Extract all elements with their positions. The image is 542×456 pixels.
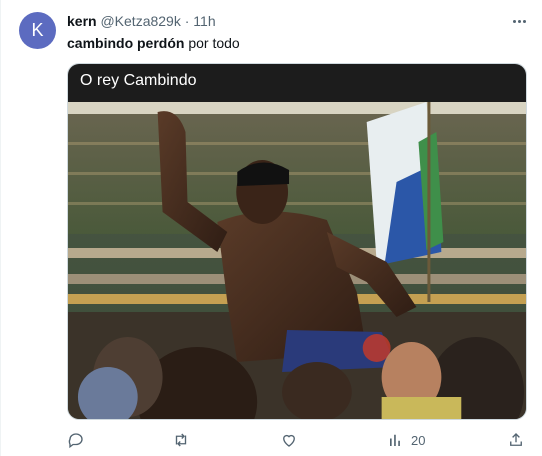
reply-button[interactable] xyxy=(67,428,85,452)
repost-button[interactable] xyxy=(172,428,190,452)
post-text-bold: cambindo perdón xyxy=(67,35,185,51)
share-button[interactable] xyxy=(507,428,525,452)
like-icon xyxy=(283,434,295,447)
post-text: cambindo perdón por todo xyxy=(67,35,240,51)
action-bar: 20 xyxy=(1,428,542,452)
author-name[interactable]: kern xyxy=(67,13,97,29)
share-icon xyxy=(510,433,522,446)
like-button[interactable] xyxy=(280,428,298,452)
views-icon xyxy=(390,434,400,446)
separator-dot: · xyxy=(184,13,190,29)
repost-icon xyxy=(175,433,187,447)
more-icon[interactable] xyxy=(509,13,529,29)
reply-icon xyxy=(68,433,83,449)
post-text-rest: por todo xyxy=(184,35,240,51)
views-button[interactable]: 20 xyxy=(387,428,425,452)
avatar-letter: K xyxy=(31,20,44,40)
media-caption: O rey Cambindo xyxy=(68,64,526,102)
author-handle[interactable]: @Ketza829k xyxy=(100,13,180,29)
post-header: kern @Ketza829k · 11h xyxy=(67,13,216,29)
avatar[interactable]: K xyxy=(19,12,56,49)
stadium-photo[interactable] xyxy=(68,102,526,420)
views-count: 20 xyxy=(411,432,426,448)
post-time[interactable]: 11h xyxy=(193,13,215,29)
post-media[interactable]: O rey Cambindo xyxy=(67,63,527,420)
post-card[interactable]: K kern @Ketza829k · 11h cambindo perdón … xyxy=(0,0,542,456)
